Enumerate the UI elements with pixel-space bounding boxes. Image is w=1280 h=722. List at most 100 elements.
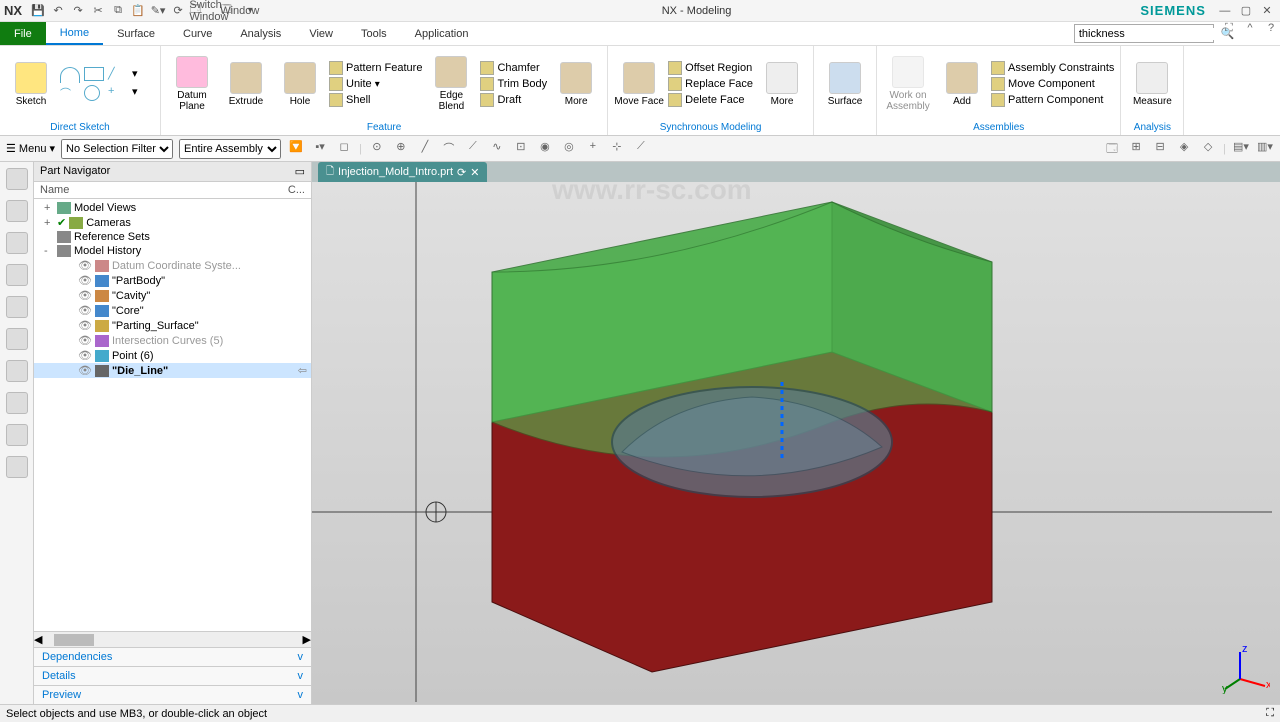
snap-icon[interactable]: ◎ [560, 140, 578, 158]
tree-node[interactable]: 👁Point (6) [34, 348, 311, 363]
3d-canvas[interactable]: xyz www.rr-sc.com [312, 182, 1280, 704]
paste-icon[interactable]: 📋 [130, 3, 146, 19]
snap-icon[interactable]: ⌒ [440, 140, 458, 158]
hole-button[interactable]: Hole [275, 62, 325, 107]
panel-close-icon[interactable]: ▭ [295, 165, 305, 178]
part-navigator-icon[interactable] [6, 200, 28, 222]
window-dropdown[interactable]: 🗔 Window ▾ [221, 3, 253, 19]
tree-node[interactable]: 👁Datum Coordinate Syste... [34, 258, 311, 273]
snap-icon[interactable]: ◉ [536, 140, 554, 158]
tools-icon[interactable] [6, 456, 28, 478]
tab-application[interactable]: Application [401, 22, 483, 45]
chevron-down-icon[interactable]: ▾ [132, 67, 154, 83]
layer-icon[interactable]: ▤▾ [1232, 140, 1250, 158]
tab-view[interactable]: View [295, 22, 347, 45]
tree-node[interactable]: 👁"Die_Line"⇦ [34, 363, 311, 378]
menu-button[interactable]: ☰ Menu ▾ [6, 142, 55, 155]
restore-icon[interactable]: ▢ [1237, 4, 1255, 17]
horizontal-scrollbar[interactable]: ◀▶ [34, 631, 311, 647]
file-menu[interactable]: File [0, 22, 46, 45]
chevron-down-icon[interactable]: ▾ [132, 85, 154, 101]
assembly-scope-dropdown[interactable]: Entire Assembly [179, 139, 281, 159]
snap-icon[interactable]: ⊡ [512, 140, 530, 158]
layer-icon[interactable]: ▥▾ [1256, 140, 1274, 158]
pattern-component-button[interactable]: Pattern Component [991, 93, 1114, 107]
save-icon[interactable]: 💾 [30, 3, 46, 19]
assembly-constraints-button[interactable]: Assembly Constraints [991, 61, 1114, 75]
tab-analysis[interactable]: Analysis [226, 22, 295, 45]
command-finder[interactable]: 🔍 [1074, 24, 1214, 43]
circle-icon[interactable] [84, 85, 100, 101]
close-icon[interactable]: ✕ [1258, 4, 1276, 17]
file-tab[interactable]: 🗋 Injection_Mold_Intro.prt ⟳ ✕ [318, 162, 487, 183]
cut-icon[interactable]: ✂ [90, 3, 106, 19]
preview-section[interactable]: Previewv [34, 685, 311, 704]
selection-filter-dropdown[interactable]: No Selection Filter [61, 139, 173, 159]
tree-node[interactable]: 👁"PartBody" [34, 273, 311, 288]
extrude-button[interactable]: Extrude [221, 62, 271, 107]
assembly-navigator-icon[interactable] [6, 232, 28, 254]
pencil-icon[interactable]: ✎▾ [150, 3, 166, 19]
collapse-ribbon-icon[interactable]: ^ [1241, 22, 1259, 34]
edge-blend-button[interactable]: Edge Blend [426, 56, 476, 112]
hd3d-icon[interactable] [6, 328, 28, 350]
snap-icon[interactable]: ⟋ [632, 140, 650, 158]
snap-icon[interactable]: ⊕ [392, 140, 410, 158]
redo-icon[interactable]: ↷ [70, 3, 86, 19]
switch-window-button[interactable]: 🗔 Switch Window [190, 3, 217, 19]
tree-node[interactable]: 👁"Cavity" [34, 288, 311, 303]
more-feature-button[interactable]: More [551, 62, 601, 107]
search-input[interactable] [1079, 28, 1221, 40]
view-triad[interactable]: xyz [1220, 644, 1270, 694]
tree-node[interactable]: +Model Views [34, 201, 311, 215]
trim-body-button[interactable]: Trim Body [480, 77, 547, 91]
chamfer-button[interactable]: Chamfer [480, 61, 547, 75]
tab-tools[interactable]: Tools [347, 22, 401, 45]
snap-icon[interactable]: ⟋ [464, 140, 482, 158]
move-component-button[interactable]: Move Component [991, 77, 1114, 91]
close-tab-icon[interactable]: ✕ [470, 166, 479, 179]
replace-face-button[interactable]: Replace Face [668, 77, 753, 91]
point-icon[interactable]: + [108, 85, 130, 101]
refresh-tab-icon[interactable]: ⟳ [457, 166, 466, 179]
snap-icon[interactable]: ╱ [416, 140, 434, 158]
filter-icon[interactable]: 🔽 [287, 140, 305, 158]
snap-icon[interactable]: ⊙ [368, 140, 386, 158]
reuse-library-icon[interactable] [6, 296, 28, 318]
constraint-navigator-icon[interactable] [6, 264, 28, 286]
fullscreen-icon[interactable]: ⛶ [1220, 22, 1238, 35]
view-icon[interactable]: 🗔 [1103, 140, 1121, 158]
tree-node[interactable]: 👁"Core" [34, 303, 311, 318]
more-sync-button[interactable]: More [757, 62, 807, 107]
unite-button[interactable]: Unite ▾ [329, 77, 422, 91]
snap-icon[interactable]: + [584, 140, 602, 158]
history-icon[interactable] [6, 360, 28, 382]
tab-home[interactable]: Home [46, 22, 103, 45]
view-icon[interactable]: ⊞ [1127, 140, 1145, 158]
copy-icon[interactable]: ⧉ [110, 3, 126, 19]
fullscreen-icon[interactable]: ⛶ [1266, 707, 1274, 720]
system-icon[interactable] [6, 424, 28, 446]
tree-node[interactable]: 👁"Parting_Surface" [34, 318, 311, 333]
tab-surface[interactable]: Surface [103, 22, 169, 45]
settings-icon[interactable] [6, 168, 28, 190]
refresh-icon[interactable]: ⟳ [170, 3, 186, 19]
details-section[interactable]: Detailsv [34, 666, 311, 685]
filter-icon[interactable]: ▪▾ [311, 140, 329, 158]
spline-icon[interactable]: ⌒ [60, 85, 82, 101]
tree-node[interactable]: -Model History [34, 244, 311, 258]
minimize-icon[interactable]: — [1216, 5, 1234, 17]
view-icon[interactable]: ◈ [1175, 140, 1193, 158]
view-icon[interactable]: ⊟ [1151, 140, 1169, 158]
shell-button[interactable]: Shell [329, 93, 422, 107]
datum-plane-button[interactable]: Datum Plane [167, 56, 217, 112]
rect-icon[interactable] [84, 67, 104, 81]
dependencies-section[interactable]: Dependenciesv [34, 647, 311, 666]
filter-icon[interactable]: ◻ [335, 140, 353, 158]
sketch-button[interactable]: Sketch [6, 62, 56, 107]
draft-button[interactable]: Draft [480, 93, 547, 107]
col-comment[interactable]: C... [288, 184, 305, 196]
undo-icon[interactable]: ↶ [50, 3, 66, 19]
tree-node[interactable]: 👁Intersection Curves (5) [34, 333, 311, 348]
add-component-button[interactable]: Add [937, 62, 987, 107]
